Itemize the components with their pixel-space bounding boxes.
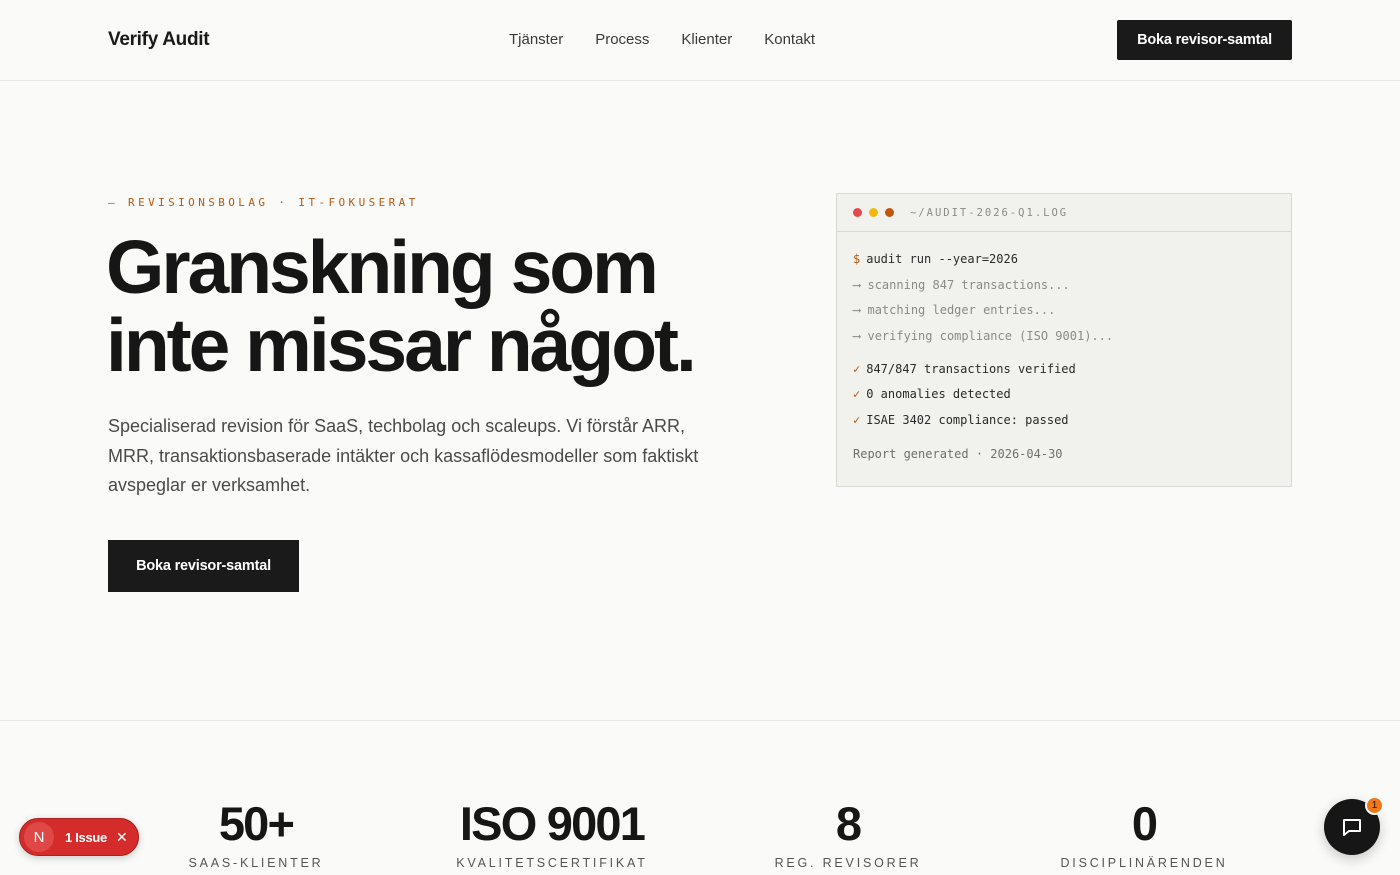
arrow-icon: ⟶ [853, 277, 861, 292]
section-divider [0, 720, 1400, 721]
stat-saas-clients: 50+ SAAS-KLIENTER [108, 796, 404, 870]
terminal-dot-orange [885, 208, 894, 217]
terminal-result-line: ✓ 847/847 transactions verified [853, 362, 1275, 388]
stat-label: SAAS-KLIENTER [188, 856, 324, 870]
header-book-button[interactable]: Boka revisor-samtal [1117, 20, 1292, 60]
stat-auditors: 8 REG. REVISORER [700, 796, 996, 870]
hero-book-button[interactable]: Boka revisor-samtal [108, 540, 299, 592]
stat-value: 0 [1131, 797, 1158, 850]
arrow-icon: ⟶ [853, 303, 861, 318]
terminal-titlebar: ~/AUDIT-2026-Q1.LOG [837, 194, 1291, 232]
stat-label: KVALITETSCERTIFIKAT [456, 856, 648, 870]
hero-title: Granskning som inte missar något. [106, 228, 806, 384]
check-icon: ✓ [853, 361, 861, 376]
stat-disciplinary: 0 DISCIPLINÄRENDEN [996, 796, 1292, 870]
terminal-command-line: $ audit run --year=2026 [853, 252, 1275, 278]
nav-link-kontakt[interactable]: Kontakt [764, 31, 815, 48]
prompt-symbol: $ [853, 252, 861, 266]
brand-logo[interactable]: Verify Audit [108, 29, 210, 51]
terminal-dot-red [853, 208, 862, 217]
stat-certificate: ISO 9001 KVALITETSCERTIFIKAT [404, 796, 700, 870]
chat-notification-badge: 1 [1365, 796, 1384, 815]
audit-terminal: ~/AUDIT-2026-Q1.LOG $ audit run --year=20… [836, 193, 1292, 487]
hero-description: Specialiserad revision för SaaS, techbol… [108, 416, 699, 495]
nav-link-process[interactable]: Process [595, 31, 649, 48]
result-text: 847/847 transactions verified [866, 361, 1076, 376]
terminal-command: audit run --year=2026 [866, 252, 1018, 266]
stat-label: DISCIPLINÄRENDEN [1060, 856, 1228, 870]
close-icon[interactable]: ✕ [116, 829, 128, 846]
hero-eyebrow: — REVISIONSBOLAG · IT-FOKUSERAT [108, 196, 419, 209]
terminal-result-line: ✓ 0 anomalies detected [853, 387, 1275, 413]
terminal-result-line: ✓ ISAE 3402 compliance: passed [853, 413, 1275, 439]
check-icon: ✓ [853, 387, 861, 402]
hero-title-line-2: inte missar något. [106, 303, 697, 387]
check-icon: ✓ [853, 413, 861, 428]
arrow-icon: ⟶ [853, 329, 861, 344]
nav-link-klienter[interactable]: Klienter [681, 31, 732, 48]
stat-value: 8 [835, 797, 862, 850]
chat-bubble-icon [1343, 819, 1361, 836]
result-text: ISAE 3402 compliance: passed [866, 413, 1069, 428]
stat-value: 50+ [218, 797, 295, 850]
terminal-progress-line: ⟶ matching ledger entries... [853, 303, 1275, 329]
hero-title-line-1: Granskning som [106, 225, 659, 309]
terminal-progress-line: ⟶ scanning 847 transactions... [853, 278, 1275, 304]
stat-value: ISO 9001 [459, 797, 646, 850]
progress-text: verifying compliance (ISO 9001)... [867, 329, 1114, 344]
terminal-progress-line: ⟶ verifying compliance (ISO 9001)... [853, 329, 1275, 355]
terminal-body: $ audit run --year=2026 ⟶ scanning 847 tr… [837, 232, 1291, 473]
dev-issue-badge[interactable]: N 1 Issue ✕ [19, 818, 139, 856]
result-text: 0 anomalies detected [866, 387, 1011, 402]
site-header: Verify Audit Tjänster Process Klienter K… [0, 0, 1400, 81]
issue-count[interactable]: 1 Issue [65, 830, 107, 845]
progress-text: scanning 847 transactions... [867, 277, 1070, 292]
nav-link-tjanster[interactable]: Tjänster [509, 31, 563, 48]
terminal-filename: ~/AUDIT-2026-Q1.LOG [910, 206, 1069, 219]
terminal-report: Report generated · 2026-04-30 [853, 446, 1063, 461]
main-nav: Tjänster Process Klienter Kontakt [509, 31, 815, 48]
stat-label: REG. REVISORER [774, 856, 922, 870]
terminal-dot-yellow [869, 208, 878, 217]
progress-text: matching ledger entries... [867, 303, 1056, 318]
next-logo-icon: N [24, 822, 54, 852]
